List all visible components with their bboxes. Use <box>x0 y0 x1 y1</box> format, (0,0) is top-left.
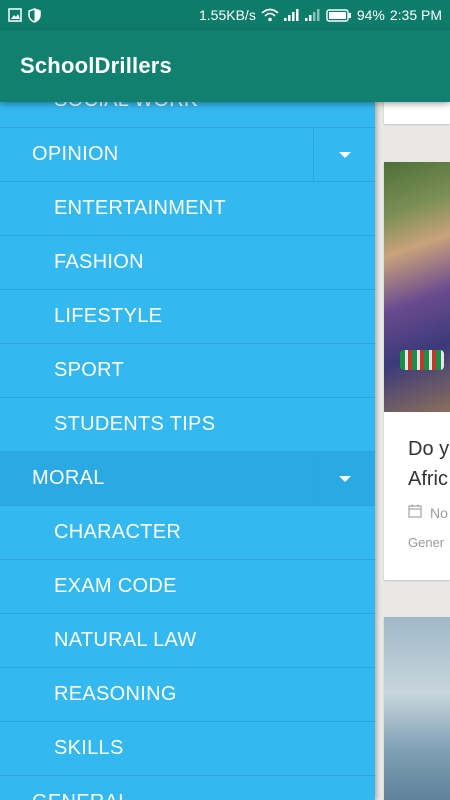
drawer-item-entertainment[interactable]: ENTERTAINMENT <box>0 182 375 236</box>
clock: 2:35 PM <box>389 7 442 23</box>
article-feed: Do y Afric No Gener <box>375 102 450 800</box>
battery-level: 94% <box>356 7 385 23</box>
article-thumbnail[interactable] <box>384 617 450 800</box>
image-icon <box>8 8 22 22</box>
drawer-item-reasoning[interactable]: REASONING <box>0 668 375 722</box>
article-card[interactable] <box>384 102 450 124</box>
signal-icon <box>283 9 300 21</box>
expand-opinion-button[interactable] <box>313 128 375 182</box>
drawer-item-lifestyle[interactable]: LIFESTYLE <box>0 290 375 344</box>
drawer-item-character[interactable]: CHARACTER <box>0 506 375 560</box>
drawer-item-social-work[interactable]: SOCIAL WORK <box>0 102 375 128</box>
shield-icon <box>28 7 41 23</box>
net-speed: 1.55KB/s <box>199 7 256 23</box>
app-title: SchoolDrillers <box>20 53 172 78</box>
status-bar: 1.55KB/s 94% 2:35 PM <box>0 0 450 30</box>
article-thumbnail[interactable] <box>384 162 450 412</box>
drawer-item-opinion[interactable]: OPINION <box>0 128 375 182</box>
navigation-drawer: SOCIAL WORK OPINION ENTERTAINMENT FASHIO… <box>0 102 375 800</box>
drawer-item-moral[interactable]: MORAL <box>0 452 375 506</box>
wifi-icon <box>261 8 279 22</box>
calendar-icon <box>408 504 422 521</box>
article-date: No <box>384 494 450 521</box>
signal-icon <box>304 9 321 21</box>
drawer-item-students-tips[interactable]: STUDENTS TIPS <box>0 398 375 452</box>
article-title[interactable]: Do y Afric <box>384 412 450 494</box>
drawer-item-exam-code[interactable]: EXAM CODE <box>0 560 375 614</box>
app-bar: SchoolDrillers <box>0 30 450 102</box>
drawer-item-fashion[interactable]: FASHION <box>0 236 375 290</box>
drawer-item-skills[interactable]: SKILLS <box>0 722 375 776</box>
article-card[interactable] <box>384 617 450 800</box>
drawer-item-general[interactable]: GENERAL <box>0 776 375 800</box>
article-category[interactable]: Gener <box>384 521 450 550</box>
caret-down-icon <box>338 152 351 158</box>
drawer-item-sport[interactable]: SPORT <box>0 344 375 398</box>
drawer-item-natural-law[interactable]: NATURAL LAW <box>0 614 375 668</box>
expand-moral-button[interactable] <box>313 452 375 506</box>
caret-down-icon <box>338 476 351 482</box>
battery-icon <box>326 8 352 22</box>
article-card[interactable]: Do y Afric No Gener <box>384 162 450 580</box>
